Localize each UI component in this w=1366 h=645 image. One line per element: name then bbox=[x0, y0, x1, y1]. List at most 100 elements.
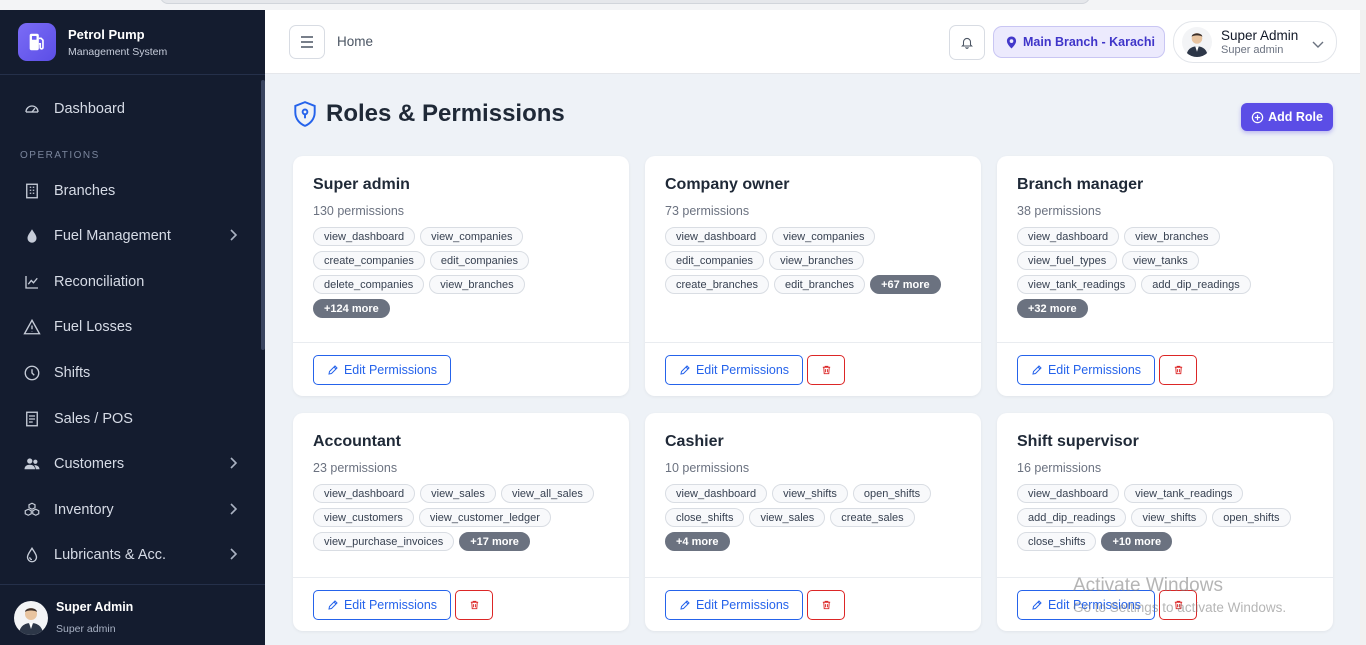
permission-tag: view_sales bbox=[420, 484, 496, 503]
permission-tag: view_customers bbox=[313, 508, 414, 527]
role-name: Accountant bbox=[313, 433, 401, 450]
permission-tag: close_shifts bbox=[665, 508, 745, 527]
permission-tag: view_purchase_invoices bbox=[313, 532, 455, 551]
role-card: Super admin 130 permissions view_dashboa… bbox=[293, 156, 629, 396]
role-name: Cashier bbox=[665, 433, 724, 450]
permission-tag: close_shifts bbox=[1017, 532, 1097, 551]
menu-toggle-button[interactable] bbox=[289, 25, 325, 59]
brand-subtitle: Management System bbox=[68, 45, 168, 58]
permission-tag: delete_companies bbox=[313, 275, 425, 294]
shield-icon bbox=[294, 101, 316, 127]
windows-activation-watermark: Activate Windows Go to Settings to activ… bbox=[1073, 575, 1287, 615]
permission-tag: edit_companies bbox=[429, 251, 529, 270]
sidebar-item-shifts[interactable]: Shifts bbox=[0, 353, 262, 393]
brand-title: Petrol Pump bbox=[68, 26, 145, 42]
edit-permissions-button[interactable]: Edit Permissions bbox=[313, 590, 451, 620]
notifications-button[interactable] bbox=[949, 25, 985, 60]
chart-line-icon bbox=[22, 272, 42, 292]
sidebar-item-lubricants[interactable]: Lubricants & Acc. bbox=[0, 535, 262, 575]
role-name: Branch manager bbox=[1017, 176, 1144, 193]
sidebar-item-dashboard[interactable]: Dashboard bbox=[0, 89, 262, 129]
more-permissions-badge: +17 more bbox=[459, 532, 530, 551]
sidebar-item-sales-pos[interactable]: Sales / POS bbox=[0, 399, 262, 439]
delete-role-button[interactable] bbox=[807, 590, 845, 620]
sidebar-item-customers[interactable]: Customers bbox=[0, 444, 262, 484]
hamburger-icon bbox=[301, 36, 313, 48]
delete-role-button[interactable] bbox=[455, 590, 493, 620]
browser-top-strip bbox=[0, 0, 1366, 10]
role-card: Company owner 73 permissions view_dashbo… bbox=[645, 156, 981, 396]
sidebar-user[interactable]: Super Admin Super admin bbox=[14, 600, 133, 635]
permission-tag: create_sales bbox=[830, 508, 915, 527]
sidebar-item-reconciliation[interactable]: Reconciliation bbox=[0, 262, 262, 302]
more-permissions-badge: +67 more bbox=[870, 275, 941, 294]
gauge-icon bbox=[22, 99, 42, 119]
permission-tag: open_shifts bbox=[852, 484, 932, 503]
role-card: Accountant 23 permissions view_dashboard… bbox=[293, 413, 629, 631]
chevron-right-icon bbox=[228, 229, 238, 245]
permission-count: 73 permissions bbox=[665, 204, 750, 218]
top-header: Home Main Branch - Karachi Super Admin S… bbox=[265, 10, 1360, 74]
trash-icon bbox=[470, 600, 478, 610]
sidebar-scrollbar[interactable] bbox=[261, 80, 265, 350]
permission-tag: view_shifts bbox=[1131, 508, 1208, 527]
sidebar-item-label: Lubricants & Acc. bbox=[54, 547, 167, 563]
sidebar-item-label: Customers bbox=[54, 456, 125, 472]
edit-permissions-button[interactable]: Edit Permissions bbox=[1017, 355, 1155, 385]
sidebar-user-name: Super Admin bbox=[56, 600, 134, 614]
branch-selector[interactable]: Main Branch - Karachi bbox=[993, 26, 1165, 58]
map-pin-icon bbox=[1006, 36, 1017, 48]
edit-permissions-button[interactable]: Edit Permissions bbox=[313, 355, 451, 385]
trash-icon bbox=[1174, 365, 1182, 375]
add-role-button[interactable]: Add Role bbox=[1241, 103, 1333, 131]
page-title: Roles & Permissions bbox=[326, 100, 565, 127]
permission-tag: view_companies bbox=[420, 227, 524, 246]
permission-tag: create_companies bbox=[313, 251, 425, 270]
page-scrollbar[interactable] bbox=[1360, 10, 1366, 645]
more-permissions-badge: +4 more bbox=[665, 532, 730, 551]
fuel-pump-icon bbox=[18, 23, 56, 61]
delete-role-button[interactable] bbox=[1159, 355, 1197, 385]
trash-icon bbox=[822, 600, 830, 610]
permission-tag: view_branches bbox=[1124, 227, 1220, 246]
boxes-icon bbox=[22, 500, 42, 520]
breadcrumb[interactable]: Home bbox=[337, 34, 373, 49]
permission-tag: add_dip_readings bbox=[1017, 508, 1127, 527]
sidebar-item-fuel-losses[interactable]: Fuel Losses bbox=[0, 307, 262, 347]
permission-tag: view_tanks bbox=[1122, 251, 1199, 270]
sidebar-item-label: Dashboard bbox=[54, 101, 125, 117]
role-name: Shift supervisor bbox=[1017, 433, 1139, 450]
pencil-icon bbox=[328, 365, 338, 375]
warning-icon bbox=[22, 317, 42, 337]
role-card: Branch manager 38 permissions view_dashb… bbox=[997, 156, 1333, 396]
plus-circle-icon bbox=[1251, 111, 1264, 123]
delete-role-button[interactable] bbox=[807, 355, 845, 385]
sidebar-user-role: Super admin bbox=[56, 623, 116, 635]
role-name: Super admin bbox=[313, 176, 410, 193]
chevron-right-icon bbox=[228, 548, 238, 564]
avatar bbox=[1182, 27, 1212, 57]
brand[interactable]: Petrol Pump Management System bbox=[18, 23, 167, 61]
permission-tag: open_shifts bbox=[1212, 508, 1291, 527]
page-heading: Roles & Permissions bbox=[292, 100, 565, 128]
sidebar-item-inventory[interactable]: Inventory bbox=[0, 490, 262, 530]
chevron-right-icon bbox=[228, 457, 238, 473]
permission-tag: edit_companies bbox=[665, 251, 765, 270]
sidebar-item-label: Sales / POS bbox=[54, 411, 133, 427]
pencil-icon bbox=[328, 600, 338, 610]
chevron-down-icon bbox=[1312, 36, 1324, 54]
sidebar-item-fuel-management[interactable]: Fuel Management bbox=[0, 216, 262, 256]
sidebar: Petrol Pump Management System Dashboard … bbox=[0, 10, 265, 645]
permission-tag: view_tank_readings bbox=[1017, 275, 1137, 294]
permission-tag: view_sales bbox=[749, 508, 826, 527]
edit-permissions-button[interactable]: Edit Permissions bbox=[665, 590, 803, 620]
user-menu-button[interactable]: Super Admin Super admin bbox=[1173, 21, 1337, 63]
receipt-icon bbox=[22, 409, 42, 429]
header-user-name: Super Admin bbox=[1221, 28, 1299, 43]
edit-permissions-button[interactable]: Edit Permissions bbox=[665, 355, 803, 385]
sidebar-item-label: Fuel Losses bbox=[54, 319, 133, 335]
branch-name: Main Branch - Karachi bbox=[1023, 35, 1155, 49]
permission-tag: view_fuel_types bbox=[1017, 251, 1118, 270]
sidebar-item-branches[interactable]: Branches bbox=[0, 171, 262, 211]
sidebar-item-label: Reconciliation bbox=[54, 274, 145, 290]
